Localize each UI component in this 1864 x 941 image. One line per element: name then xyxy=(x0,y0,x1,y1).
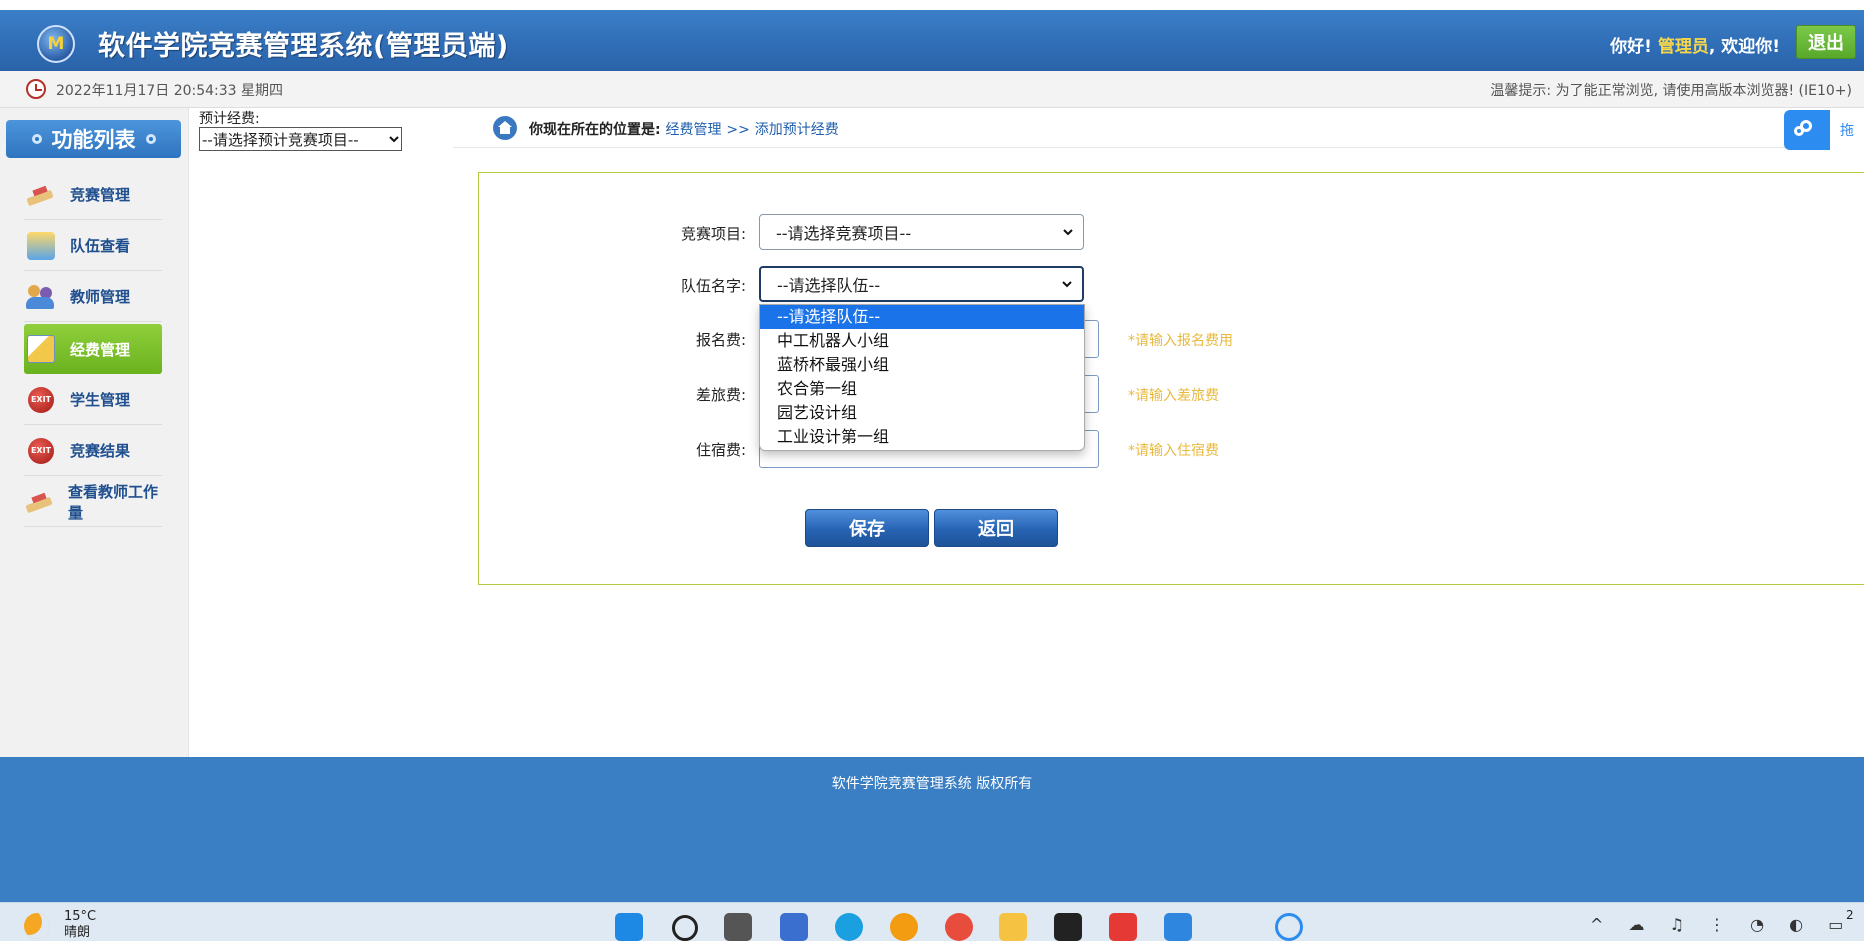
sidebar-item-label: 队伍查看 xyxy=(70,237,131,255)
team-icon xyxy=(26,231,56,261)
weather-condition: 晴朗 xyxy=(64,925,91,940)
cloud-drive-icon[interactable] xyxy=(1275,913,1303,941)
signup-fee-hint: *请输入报名费用 xyxy=(1128,333,1233,349)
competition-label: 竞赛项目: xyxy=(680,225,746,243)
floating-button-text: 拖 xyxy=(1830,110,1864,150)
sidebar-item-workload[interactable]: 查看教师工作量 xyxy=(24,477,162,527)
breadcrumb-separator: >> xyxy=(726,122,750,138)
chevron-down-icon xyxy=(1062,281,1072,288)
sidebar-title-text: 功能列表 xyxy=(51,128,136,152)
dropdown-option[interactable]: --请选择队伍-- xyxy=(760,305,1084,329)
breadcrumb-prefix: 你现在所在的位置是: xyxy=(529,122,661,138)
breadcrumb: 你现在所在的位置是: 经费管理 >> 添加预计经费 xyxy=(453,109,1793,148)
team-label: 队伍名字: xyxy=(680,277,746,295)
lodging-fee-label: 住宿费: xyxy=(695,441,746,459)
back-button[interactable]: 返回 xyxy=(934,509,1058,547)
info-bar: 2022年11月17日 20:54:33 星期四 温馨提示: 为了能正常浏览, … xyxy=(0,71,1864,108)
app-logo-icon: M xyxy=(37,25,75,63)
save-button[interactable]: 保存 xyxy=(805,509,929,547)
task-view-icon[interactable] xyxy=(724,913,752,941)
breadcrumb-text: 你现在所在的位置是: 经费管理 >> 添加预计经费 xyxy=(529,119,839,139)
team-select[interactable]: --请选择队伍-- xyxy=(759,266,1084,302)
team-select-value: --请选择队伍-- xyxy=(777,276,881,295)
sidebar-item-funds[interactable]: 经费管理 xyxy=(24,324,162,374)
system-tray[interactable]: ^ ☁ ♫ ⋮ ◔ ◐ ▭ xyxy=(1590,915,1853,934)
exit-icon: EXIT xyxy=(26,436,56,466)
logo-letter: M xyxy=(47,34,65,54)
money-icon xyxy=(26,334,56,364)
sidebar-item-teams[interactable]: 队伍查看 xyxy=(24,221,162,271)
app-header: M 软件学院竞赛管理系统(管理员端) 你好! 管理员, 欢迎你! 退出 xyxy=(0,10,1864,71)
logout-button[interactable]: 退出 xyxy=(1796,25,1856,59)
sidebar-title: 功能列表 xyxy=(6,120,181,158)
sidebar-item-label: 经费管理 xyxy=(70,340,131,359)
greeting-suffix: , 欢迎你! xyxy=(1708,37,1780,57)
dropdown-option[interactable]: 农合第一组 xyxy=(760,377,1084,401)
signup-fee-label: 报名费: xyxy=(695,331,746,349)
sidebar: 功能列表 竞赛管理 队伍查看 教师管理 经费管理 EXIT 学生管理 EXIT … xyxy=(0,108,189,757)
weather-widget[interactable]: 15°C 晴朗 xyxy=(64,909,96,941)
breadcrumb-level2[interactable]: 添加预计经费 xyxy=(755,122,839,138)
budget-label: 预计经费: xyxy=(199,111,260,127)
footer-copyright: 软件学院竞赛管理系统 版权所有 xyxy=(831,776,1033,792)
budget-select[interactable]: --请选择预计竞赛项目-- xyxy=(199,127,402,151)
sidebar-item-label: 学生管理 xyxy=(70,391,131,409)
app-title: 软件学院竞赛管理系统(管理员端) xyxy=(98,31,509,62)
taskbar-clock[interactable]: 2 xyxy=(1846,907,1854,923)
dot-icon xyxy=(145,134,156,144)
chevron-down-icon xyxy=(1063,229,1073,236)
clock-icon xyxy=(26,79,46,99)
edge-icon[interactable] xyxy=(835,913,863,941)
sidebar-item-label: 竞赛管理 xyxy=(70,186,131,204)
exit-icon: EXIT xyxy=(26,385,56,415)
travel-fee-label: 差旅费: xyxy=(695,386,746,404)
sidebar-item-results[interactable]: EXIT 竞赛结果 xyxy=(24,426,162,476)
photos-icon[interactable] xyxy=(1164,913,1192,941)
pencil-icon xyxy=(26,487,54,517)
sidebar-item-students[interactable]: EXIT 学生管理 xyxy=(24,375,162,425)
page-footer: 软件学院竞赛管理系统 版权所有 xyxy=(0,757,1864,902)
browser-icon[interactable] xyxy=(890,913,918,941)
ide-icon[interactable] xyxy=(1054,913,1082,941)
competition-select-value: --请选择竞赛项目-- xyxy=(776,224,912,243)
dropdown-option[interactable]: 中工机器人小组 xyxy=(760,329,1084,353)
wps-icon[interactable] xyxy=(1109,913,1137,941)
pencil-icon xyxy=(26,180,56,210)
home-icon[interactable] xyxy=(493,116,517,140)
window-top-strip xyxy=(0,0,1864,10)
budget-select-value: --请选择预计竞赛项目-- xyxy=(202,130,359,149)
chevron-down-icon xyxy=(389,136,399,143)
breadcrumb-level1[interactable]: 经费管理 xyxy=(665,122,721,138)
sidebar-item-label: 竞赛结果 xyxy=(70,442,131,460)
windows-start-icon[interactable] xyxy=(615,913,643,941)
sidebar-item-competition[interactable]: 竞赛管理 xyxy=(24,170,162,220)
people-icon xyxy=(26,282,56,312)
competition-select[interactable]: --请选择竞赛项目-- xyxy=(759,214,1084,250)
app-icon[interactable] xyxy=(780,913,808,941)
os-taskbar: 15°C 晴朗 ^ ☁ ♫ ⋮ ◔ ◐ ▭ 2 xyxy=(0,902,1864,941)
dropdown-option[interactable]: 工业设计第一组 xyxy=(760,425,1084,449)
greeting-user: 管理员 xyxy=(1657,37,1709,57)
moon-icon xyxy=(24,913,50,939)
dot-icon xyxy=(31,134,42,144)
chrome-icon[interactable] xyxy=(945,913,973,941)
dropdown-option[interactable]: 园艺设计组 xyxy=(760,401,1084,425)
browser-tip: 温馨提示: 为了能正常浏览, 请使用高版本浏览器! (IE10+) xyxy=(1490,83,1852,99)
cloud-icon xyxy=(1794,120,1818,140)
current-datetime: 2022年11月17日 20:54:33 星期四 xyxy=(56,83,284,99)
lodging-fee-hint: *请输入住宿费 xyxy=(1128,443,1219,459)
dropdown-option[interactable]: 蓝桥杯最强小组 xyxy=(760,353,1084,377)
sidebar-item-teachers[interactable]: 教师管理 xyxy=(24,272,162,322)
folder-icon[interactable] xyxy=(999,913,1027,941)
weather-temperature: 15°C xyxy=(64,909,97,924)
travel-fee-hint: *请输入差旅费 xyxy=(1128,388,1219,404)
sidebar-item-label: 教师管理 xyxy=(70,288,131,306)
sidebar-item-label: 查看教师工作量 xyxy=(68,482,159,522)
floating-cloud-button[interactable]: 拖 xyxy=(1784,110,1864,150)
greeting: 你好! 管理员, 欢迎你! xyxy=(1610,32,1780,57)
greeting-prefix: 你好! xyxy=(1610,37,1652,57)
search-icon[interactable] xyxy=(672,915,698,941)
team-dropdown-list: --请选择队伍-- 中工机器人小组 蓝桥杯最强小组 农合第一组 园艺设计组 工业… xyxy=(759,304,1085,451)
